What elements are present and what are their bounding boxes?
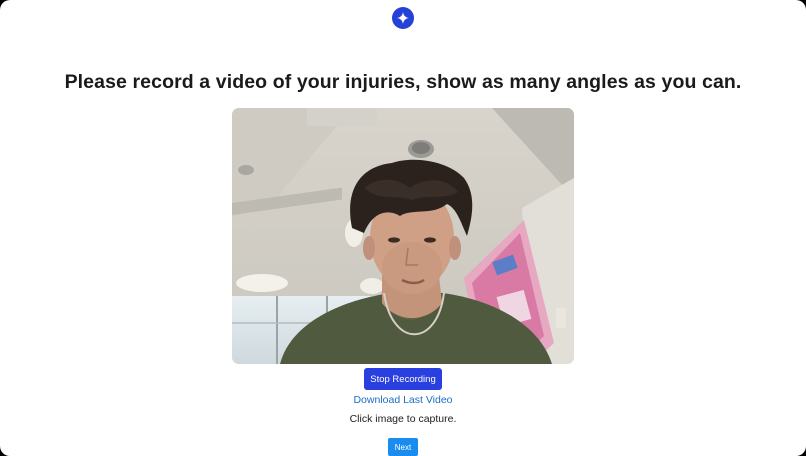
page: Please record a video of your injuries, … [0,0,806,456]
app-logo [392,7,414,29]
capture-hint: Click image to capture. [349,413,457,425]
download-last-video-link[interactable]: Download Last Video [0,394,806,406]
stop-recording-button[interactable]: Stop Recording [364,368,442,390]
camera-feed-image[interactable] [232,108,574,364]
page-title: Please record a video of your injuries, … [64,71,742,93]
next-button[interactable]: Next [388,438,418,456]
sparkle-icon [397,12,409,24]
video-preview[interactable] [232,108,574,364]
